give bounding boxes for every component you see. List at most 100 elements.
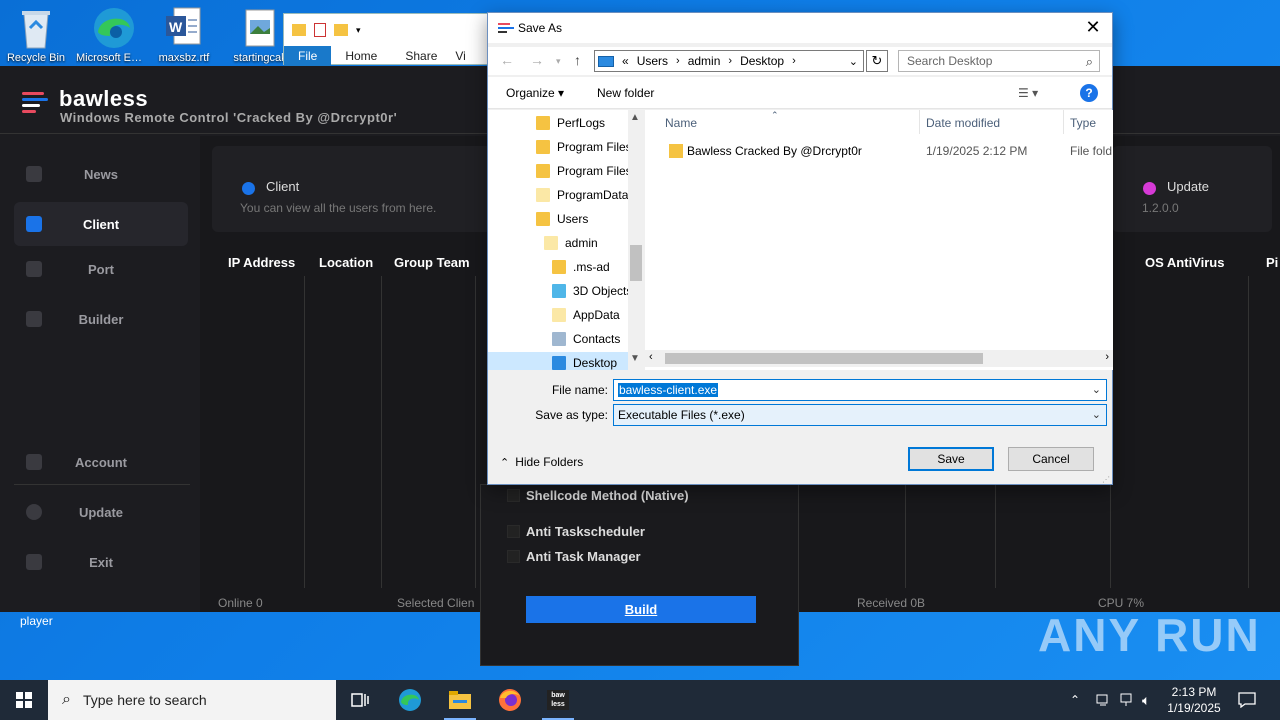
start-button[interactable]	[0, 680, 48, 720]
file-type: File fold	[1070, 144, 1113, 158]
column-header-group[interactable]: Group Team	[394, 255, 470, 270]
breadcrumb-admin[interactable]: admin	[688, 54, 721, 68]
sidebar-item-port[interactable]: Port	[14, 247, 188, 291]
desktop-icon-edge[interactable]: Microsoft Edge	[76, 0, 148, 68]
task-view-icon[interactable]	[336, 680, 384, 720]
tree-item-ms-ad[interactable]: .ms-ad	[552, 256, 610, 278]
system-clock[interactable]: 2:13 PM 1/19/2025	[1164, 684, 1224, 716]
notifications-icon[interactable]	[1238, 680, 1256, 720]
up-arrow-icon[interactable]: ↑	[574, 52, 581, 68]
ribbon-tab-file[interactable]: File	[284, 46, 332, 66]
checkbox[interactable]	[507, 489, 520, 502]
tree-item-program-files-x86[interactable]: Program Files	[536, 160, 632, 182]
ribbon-tab-share[interactable]: Share	[391, 46, 451, 66]
column-header-date[interactable]: Date modified	[926, 110, 1000, 136]
save-type-select[interactable]: Executable Files (*.exe) ⌄	[613, 404, 1107, 426]
sidebar-item-account[interactable]: Account	[14, 440, 188, 484]
scrollbar-thumb[interactable]	[630, 245, 642, 281]
file-list-scrollbar[interactable]: ‹ ›	[645, 350, 1113, 367]
folder-tree-scrollbar[interactable]: ▲ ▼	[628, 110, 644, 370]
hide-folders-button[interactable]: ⌃ Hide Folders	[500, 455, 583, 469]
breadcrumb-separator-icon[interactable]: ›	[728, 55, 732, 67]
column-divider[interactable]	[919, 110, 920, 134]
breadcrumb-overflow[interactable]: «	[622, 54, 629, 68]
scroll-right-icon[interactable]: ›	[1105, 351, 1109, 363]
organize-button[interactable]: Organize ▾	[506, 86, 564, 100]
checkbox[interactable]	[507, 525, 520, 538]
option-anti-task-manager[interactable]: Anti Task Manager	[507, 549, 641, 564]
chevron-down-icon[interactable]: ▾	[356, 25, 361, 36]
show-hidden-icons[interactable]: ⌃	[1070, 680, 1080, 720]
tree-item-users[interactable]: Users	[536, 208, 588, 230]
scroll-down-icon[interactable]: ▼	[630, 353, 640, 364]
scroll-up-icon[interactable]: ▲	[630, 112, 640, 123]
sidebar-item-builder[interactable]: Builder	[14, 297, 188, 341]
refresh-icon[interactable]: ↻	[866, 50, 888, 72]
chevron-down-icon[interactable]: ⌄	[1092, 380, 1101, 400]
file-explorer-taskbar-icon[interactable]	[436, 680, 484, 720]
save-button[interactable]: Save	[908, 447, 994, 471]
address-bar[interactable]: « Users › admin › Desktop › ⌄	[594, 50, 864, 72]
help-icon[interactable]: ?	[1080, 84, 1098, 102]
column-header-type[interactable]: Type	[1070, 110, 1096, 136]
resize-grip-icon[interactable]: ⋰	[1102, 475, 1110, 484]
tree-item-appdata[interactable]: AppData	[552, 304, 620, 326]
column-header-location[interactable]: Location	[319, 255, 373, 270]
desktop-icon-recycle-bin[interactable]: Recycle Bin	[0, 0, 72, 68]
option-anti-taskscheduler[interactable]: Anti Taskscheduler	[507, 524, 645, 539]
close-icon[interactable]: ✕	[1082, 17, 1104, 39]
sidebar-item-client[interactable]: Client	[14, 202, 188, 246]
checkbox[interactable]	[507, 550, 520, 563]
ethernet-icon[interactable]	[1118, 680, 1134, 720]
chevron-down-icon[interactable]: ⌄	[849, 55, 858, 68]
view-options-icon[interactable]: ☰ ▾	[1018, 86, 1038, 100]
breadcrumb-desktop[interactable]: Desktop	[740, 54, 784, 68]
chevron-down-icon[interactable]: ⌄	[1092, 405, 1101, 425]
breadcrumb-separator-icon[interactable]: ›	[792, 55, 796, 67]
sidebar-item-update[interactable]: Update	[14, 490, 188, 534]
tree-item-contacts[interactable]: Contacts	[552, 328, 620, 350]
breadcrumb-users[interactable]: Users	[637, 54, 668, 68]
folder-icon	[536, 188, 550, 202]
scroll-left-icon[interactable]: ‹	[649, 351, 653, 363]
bawless-taskbar-icon[interactable]: baw less	[534, 680, 582, 720]
sidebar-item-news[interactable]: News	[14, 152, 188, 196]
column-divider[interactable]	[1063, 110, 1064, 134]
firefox-taskbar-icon[interactable]	[486, 680, 534, 720]
breadcrumb-separator-icon[interactable]: ›	[676, 55, 680, 67]
build-button[interactable]: Build	[526, 596, 756, 623]
cancel-button[interactable]: Cancel	[1008, 447, 1094, 471]
column-header-antivirus[interactable]: OS AntiVirus	[1145, 255, 1224, 270]
search-input[interactable]: Search Desktop ⌕	[898, 50, 1100, 72]
card-title: Client	[266, 179, 300, 194]
new-folder-icon[interactable]	[334, 24, 348, 36]
network-icon[interactable]	[1096, 680, 1110, 720]
recent-locations-chevron-icon[interactable]: ▾	[556, 56, 561, 67]
tree-item-perflogs[interactable]: PerfLogs	[536, 112, 605, 134]
back-arrow-icon[interactable]: ←	[500, 52, 514, 68]
column-header-name[interactable]: Name	[665, 110, 697, 136]
column-header-ip[interactable]: IP Address	[228, 255, 295, 270]
desktop-icon-rtf[interactable]: W maxsbz.rtf	[148, 0, 220, 68]
ribbon-tab-view[interactable]: Vi	[451, 46, 469, 66]
tree-item-3d-objects[interactable]: 3D Objects	[552, 280, 632, 302]
dialog-title: Save As	[518, 21, 563, 35]
properties-icon[interactable]	[314, 23, 326, 37]
tree-item-programdata[interactable]: ProgramData	[536, 184, 628, 206]
taskbar-search-box[interactable]: ⌕ Type here to search	[48, 680, 336, 720]
tree-item-desktop[interactable]: Desktop	[488, 352, 628, 370]
volume-icon[interactable]: 🔈︎	[1142, 680, 1150, 720]
edge-taskbar-icon[interactable]	[386, 680, 434, 720]
option-shellcode-method[interactable]: Shellcode Method (Native)	[507, 488, 689, 503]
file-name-input[interactable]: bawless-client.exe ⌄	[613, 379, 1107, 401]
tree-item-admin[interactable]: admin	[544, 232, 598, 254]
tree-item-program-files[interactable]: Program Files	[536, 136, 632, 158]
column-header-ping[interactable]: Pi	[1266, 255, 1278, 270]
sidebar-item-exit[interactable]: Exit	[14, 540, 188, 584]
ribbon-tab-home[interactable]: Home	[331, 46, 391, 66]
file-row[interactable]: Bawless Cracked By @Drcrypt0r 1/19/2025 …	[645, 140, 1113, 162]
scrollbar-thumb[interactable]	[665, 353, 983, 364]
new-folder-button[interactable]: New folder	[597, 86, 654, 100]
file-explorer-window[interactable]: ▾ File Home Share Vi	[283, 13, 493, 66]
forward-arrow-icon[interactable]: →	[530, 52, 544, 68]
